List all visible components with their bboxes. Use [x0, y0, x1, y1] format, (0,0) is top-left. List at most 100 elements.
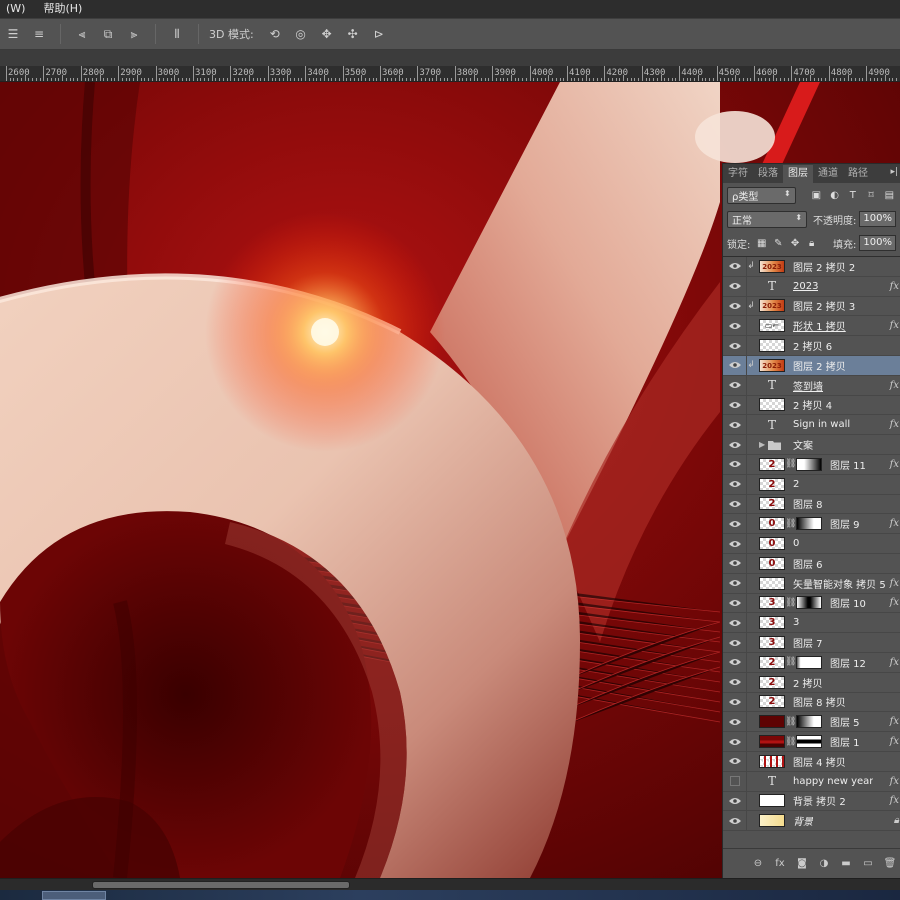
layer-name[interactable]: 2023	[793, 281, 818, 292]
eye-icon[interactable]	[723, 415, 747, 435]
layer-row[interactable]: 2 拷贝 4	[723, 395, 900, 416]
lock-transparency-icon[interactable]: ▦	[756, 237, 767, 249]
layer-fx-icon[interactable]: fx	[890, 776, 899, 787]
eye-icon[interactable]	[723, 553, 747, 573]
layer-fx-icon[interactable]: fx	[890, 795, 899, 806]
layer-row[interactable]: ▶ 文案	[723, 435, 900, 455]
opacity-field[interactable]: 100%	[859, 211, 896, 227]
layer-row[interactable]: ⛓ 图层 1 fx	[723, 732, 900, 752]
layer-name[interactable]: 图层 10	[830, 595, 866, 610]
eye-icon[interactable]	[723, 316, 747, 336]
align-right-icon[interactable]: ⫸	[125, 25, 143, 43]
eye-icon[interactable]	[723, 494, 747, 514]
align-left-icon[interactable]: ⫷	[73, 25, 91, 43]
scrollbar-thumb[interactable]	[92, 881, 350, 889]
eye-icon[interactable]	[723, 811, 747, 831]
tab-0[interactable]: 字符	[723, 165, 753, 183]
align-top-icon[interactable]: ☰	[4, 25, 22, 43]
menu-item[interactable]: (W)	[0, 0, 31, 18]
mask-link-icon[interactable]: ⛓	[785, 737, 796, 747]
filter-shape-icon[interactable]: ⌑	[864, 188, 877, 202]
new-group-icon[interactable]: ▬	[839, 857, 853, 871]
eye-icon[interactable]	[723, 395, 747, 415]
layer-row[interactable]: ↲ 2023 图层 2 拷贝 2	[723, 257, 900, 277]
align-hcenter-icon[interactable]: ⧉	[99, 25, 117, 43]
filter-smart-icon[interactable]: ▤	[883, 188, 896, 202]
layer-name[interactable]: 图层 2 拷贝	[793, 358, 846, 373]
mask-link-icon[interactable]: ⛓	[785, 459, 796, 469]
mask-link-icon[interactable]: ⛓	[785, 717, 796, 727]
layer-fx-icon[interactable]: fx	[890, 657, 899, 668]
tab-1[interactable]: 段落	[753, 165, 783, 183]
eye-icon[interactable]	[723, 355, 747, 375]
layer-name[interactable]: 图层 8	[793, 496, 823, 511]
distribute-icon[interactable]: ⦀	[168, 25, 186, 43]
layer-name[interactable]: 图层 7	[793, 635, 823, 650]
filter-type-icon[interactable]: T	[846, 188, 859, 202]
eye-icon[interactable]	[723, 454, 747, 474]
mask-link-icon[interactable]: ⛓	[785, 519, 796, 529]
layer-name[interactable]: 图层 11	[830, 457, 866, 472]
layer-row[interactable]: 矢量智能对象 拷贝 5 fx	[723, 573, 900, 594]
layer-fx-icon[interactable]: fx	[890, 380, 899, 391]
eye-icon[interactable]	[723, 257, 747, 276]
eye-icon[interactable]	[723, 474, 747, 494]
layer-mask-thumbnail[interactable]	[796, 517, 822, 531]
eye-icon[interactable]	[723, 732, 747, 751]
layer-fx-icon[interactable]: fx	[890, 716, 899, 727]
layer-fx-icon[interactable]: fx	[890, 518, 899, 529]
layer-fx-icon[interactable]: fx	[890, 419, 899, 430]
layer-fx-icon[interactable]: fx	[890, 736, 899, 747]
layer-name[interactable]: 图层 1	[830, 734, 860, 749]
layer-name[interactable]: 图层 12	[830, 655, 866, 670]
pan-3d-icon[interactable]: ✥	[318, 25, 336, 43]
delete-layer-icon[interactable]: 🗑︎	[883, 857, 897, 871]
filter-adjustment-icon[interactable]: ◐	[828, 188, 841, 202]
layer-row[interactable]: 0 ⛓ 图层 9 fx	[723, 514, 900, 535]
adjustment-icon[interactable]: ◑	[817, 857, 831, 871]
layer-fx-icon[interactable]: fx	[890, 320, 899, 331]
fx-icon[interactable]: fx	[773, 857, 787, 871]
visibility-off-icon[interactable]	[723, 771, 747, 791]
layer-name[interactable]: 签到墙	[793, 378, 823, 393]
layer-name[interactable]: 图层 5	[830, 714, 860, 729]
layer-row[interactable]: ↲ 2023 图层 2 拷贝 3	[723, 296, 900, 317]
layer-fx-icon[interactable]: fx	[890, 459, 899, 470]
eye-icon[interactable]	[723, 336, 747, 355]
layer-name[interactable]: 图层 2 拷贝 3	[793, 298, 855, 313]
layer-name[interactable]: 背景 拷贝 2	[793, 793, 846, 808]
eye-icon[interactable]	[723, 613, 747, 633]
layer-mask-thumbnail[interactable]	[796, 735, 822, 749]
eye-icon[interactable]	[723, 593, 747, 613]
new-layer-icon[interactable]: ▭	[861, 857, 875, 871]
eye-icon[interactable]	[723, 791, 747, 811]
layer-name[interactable]: 3	[793, 617, 799, 628]
layer-name[interactable]: 2	[793, 479, 799, 490]
layer-name[interactable]: 0	[793, 538, 799, 549]
layer-row[interactable]: T 2023 fx	[723, 276, 900, 297]
layer-mask-thumbnail[interactable]	[796, 655, 822, 669]
scale-3d-icon[interactable]: ⊳	[370, 25, 388, 43]
link-layers-icon[interactable]: ⊖	[751, 857, 765, 871]
layer-row[interactable]: T 签到墙 fx	[723, 375, 900, 396]
blend-mode-dropdown[interactable]: 正常 ⬍	[727, 210, 808, 228]
eye-icon[interactable]	[723, 514, 747, 534]
eye-icon[interactable]	[723, 672, 747, 692]
layer-name[interactable]: Sign in wall	[793, 419, 850, 430]
slide-3d-icon[interactable]: ✣	[344, 25, 362, 43]
rotate-3d-icon[interactable]: ⟲	[266, 25, 284, 43]
layer-name[interactable]: happy new year	[793, 776, 873, 787]
eye-icon[interactable]	[723, 534, 747, 553]
folder-icon[interactable]: ▶	[759, 440, 785, 450]
layer-fx-icon[interactable]: fx	[890, 281, 899, 292]
layer-row[interactable]: Thappy new year fx	[723, 771, 900, 792]
layer-row[interactable]: ⛓ 图层 5 fx	[723, 712, 900, 733]
layer-row[interactable]: 2 图层 8	[723, 494, 900, 515]
panel-collapse-icon[interactable]: ▸|	[890, 167, 898, 177]
layer-name[interactable]: 2 拷贝 4	[793, 397, 832, 412]
eye-icon[interactable]	[723, 276, 747, 296]
layer-row[interactable]: 背景 🔒︎	[723, 811, 900, 832]
layer-row[interactable]: 2 ⛓ 图层 11 fx	[723, 454, 900, 475]
roll-3d-icon[interactable]: ◎	[292, 25, 310, 43]
layer-row[interactable]: 图层 4 拷贝	[723, 751, 900, 772]
